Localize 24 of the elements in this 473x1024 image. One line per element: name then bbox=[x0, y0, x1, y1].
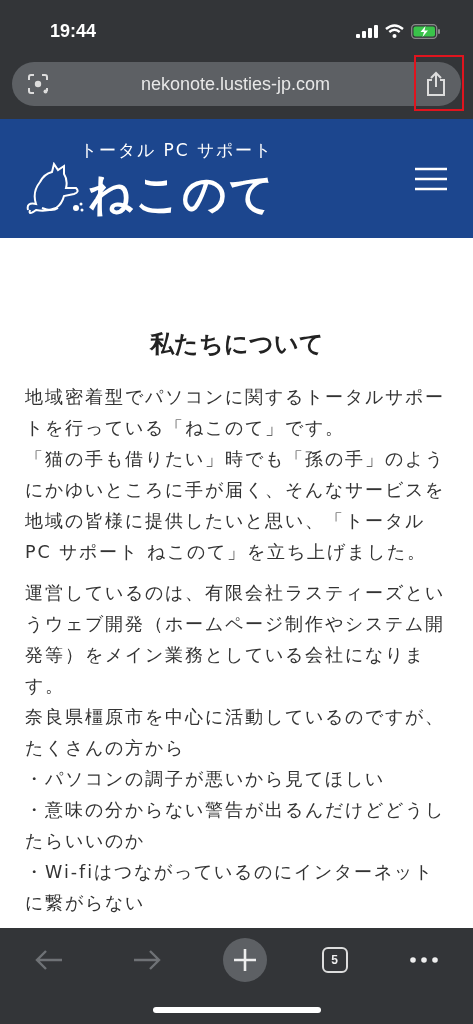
url-text[interactable]: nekonote.lusties-jp.com bbox=[50, 73, 421, 95]
body-text: 「猫の手も借りたい」時でも「孫の手」のようにかゆいところに手が届く、そんなサービスを地域の皆様に提供したいと思い、「トータルPC サポート ねこのて」を立ち上げました。 bbox=[25, 448, 446, 564]
signal-icon bbox=[356, 24, 378, 38]
body-text: ・Wi-fiはつながっているのにインターネットに繋がらない bbox=[25, 861, 436, 915]
site-logo[interactable]: ねこのて bbox=[88, 169, 276, 218]
menu-icon bbox=[415, 166, 447, 191]
lens-icon[interactable] bbox=[26, 72, 50, 96]
status-time: 19:44 bbox=[50, 20, 97, 42]
wifi-icon bbox=[385, 24, 404, 38]
forward-arrow-icon bbox=[133, 949, 162, 971]
body-text: ・意味の分からない警告が出るんだけどどうしたらいいのか bbox=[25, 799, 446, 853]
site-tagline: トータル PC サポート bbox=[80, 139, 273, 162]
new-tab-button[interactable] bbox=[223, 938, 268, 982]
body-text: 奈良県橿原市を中心に活動しているのですが、たくさんの方から bbox=[25, 706, 446, 760]
page-heading: 私たちについて bbox=[148, 329, 325, 360]
body-text: 地域密着型でパソコンに関するトータルサポートを行っている「ねこのて」です。 bbox=[25, 386, 446, 440]
address-bar[interactable]: nekonote.lusties-jp.com bbox=[12, 62, 461, 106]
share-icon bbox=[425, 71, 447, 97]
body-text: 運営しているのは、有限会社ラスティーズというウェブ開発（ホームページ制作やシステム開発等）をメイン業務としている会社になります。 bbox=[25, 582, 446, 698]
more-icon bbox=[409, 957, 438, 963]
plus-icon bbox=[234, 949, 257, 971]
body-text: ・パソコンの調子が悪いから見てほしい bbox=[25, 768, 386, 791]
back-arrow-icon bbox=[35, 949, 64, 971]
tab-count-button[interactable]: 5 bbox=[321, 947, 348, 973]
